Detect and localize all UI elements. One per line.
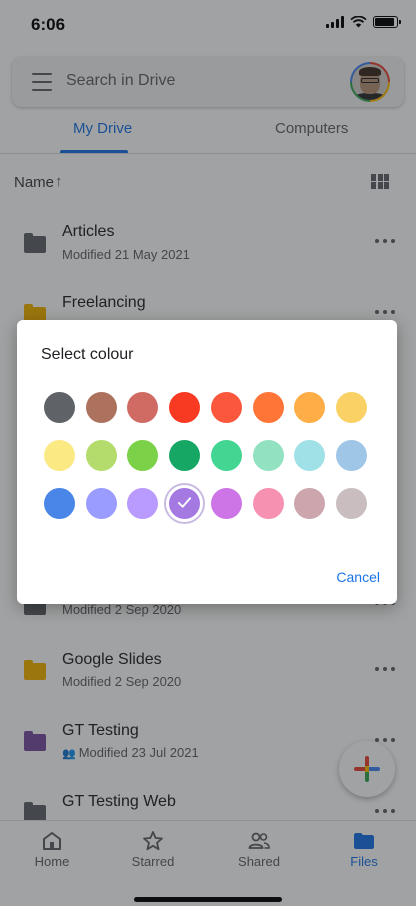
colour-swatch[interactable]: [335, 392, 367, 423]
colour-swatch[interactable]: [44, 488, 75, 519]
colour-swatch[interactable]: [44, 440, 75, 471]
dialog-title: Select colour: [41, 346, 134, 363]
colour-swatch[interactable]: [252, 440, 284, 471]
colour-swatch[interactable]: [252, 488, 284, 519]
select-colour-dialog: Select colour Cancel: [17, 320, 397, 604]
colour-swatch[interactable]: [210, 488, 242, 519]
colour-swatch[interactable]: [294, 488, 326, 519]
colour-swatch[interactable]: [294, 440, 326, 471]
colour-swatch[interactable]: [85, 488, 117, 519]
colour-swatch[interactable]: [169, 488, 201, 519]
colour-swatch[interactable]: [44, 392, 75, 423]
colour-swatch[interactable]: [169, 392, 201, 423]
colour-swatch[interactable]: [85, 392, 117, 423]
colour-swatch[interactable]: [169, 440, 201, 471]
colour-swatch[interactable]: [127, 488, 159, 519]
colour-swatch[interactable]: [335, 440, 367, 471]
checkmark-icon: [178, 497, 192, 508]
colour-swatch[interactable]: [294, 392, 326, 423]
colour-swatch[interactable]: [210, 392, 242, 423]
colour-swatch[interactable]: [127, 440, 159, 471]
colour-swatch[interactable]: [252, 392, 284, 423]
drive-screen: 6:06 Search in Drive My Drive Computers …: [0, 0, 416, 906]
colour-swatch[interactable]: [127, 392, 159, 423]
colour-swatch[interactable]: [335, 488, 367, 519]
colour-swatch[interactable]: [210, 440, 242, 471]
cancel-button[interactable]: Cancel: [336, 569, 380, 585]
colour-swatch[interactable]: [85, 440, 117, 471]
